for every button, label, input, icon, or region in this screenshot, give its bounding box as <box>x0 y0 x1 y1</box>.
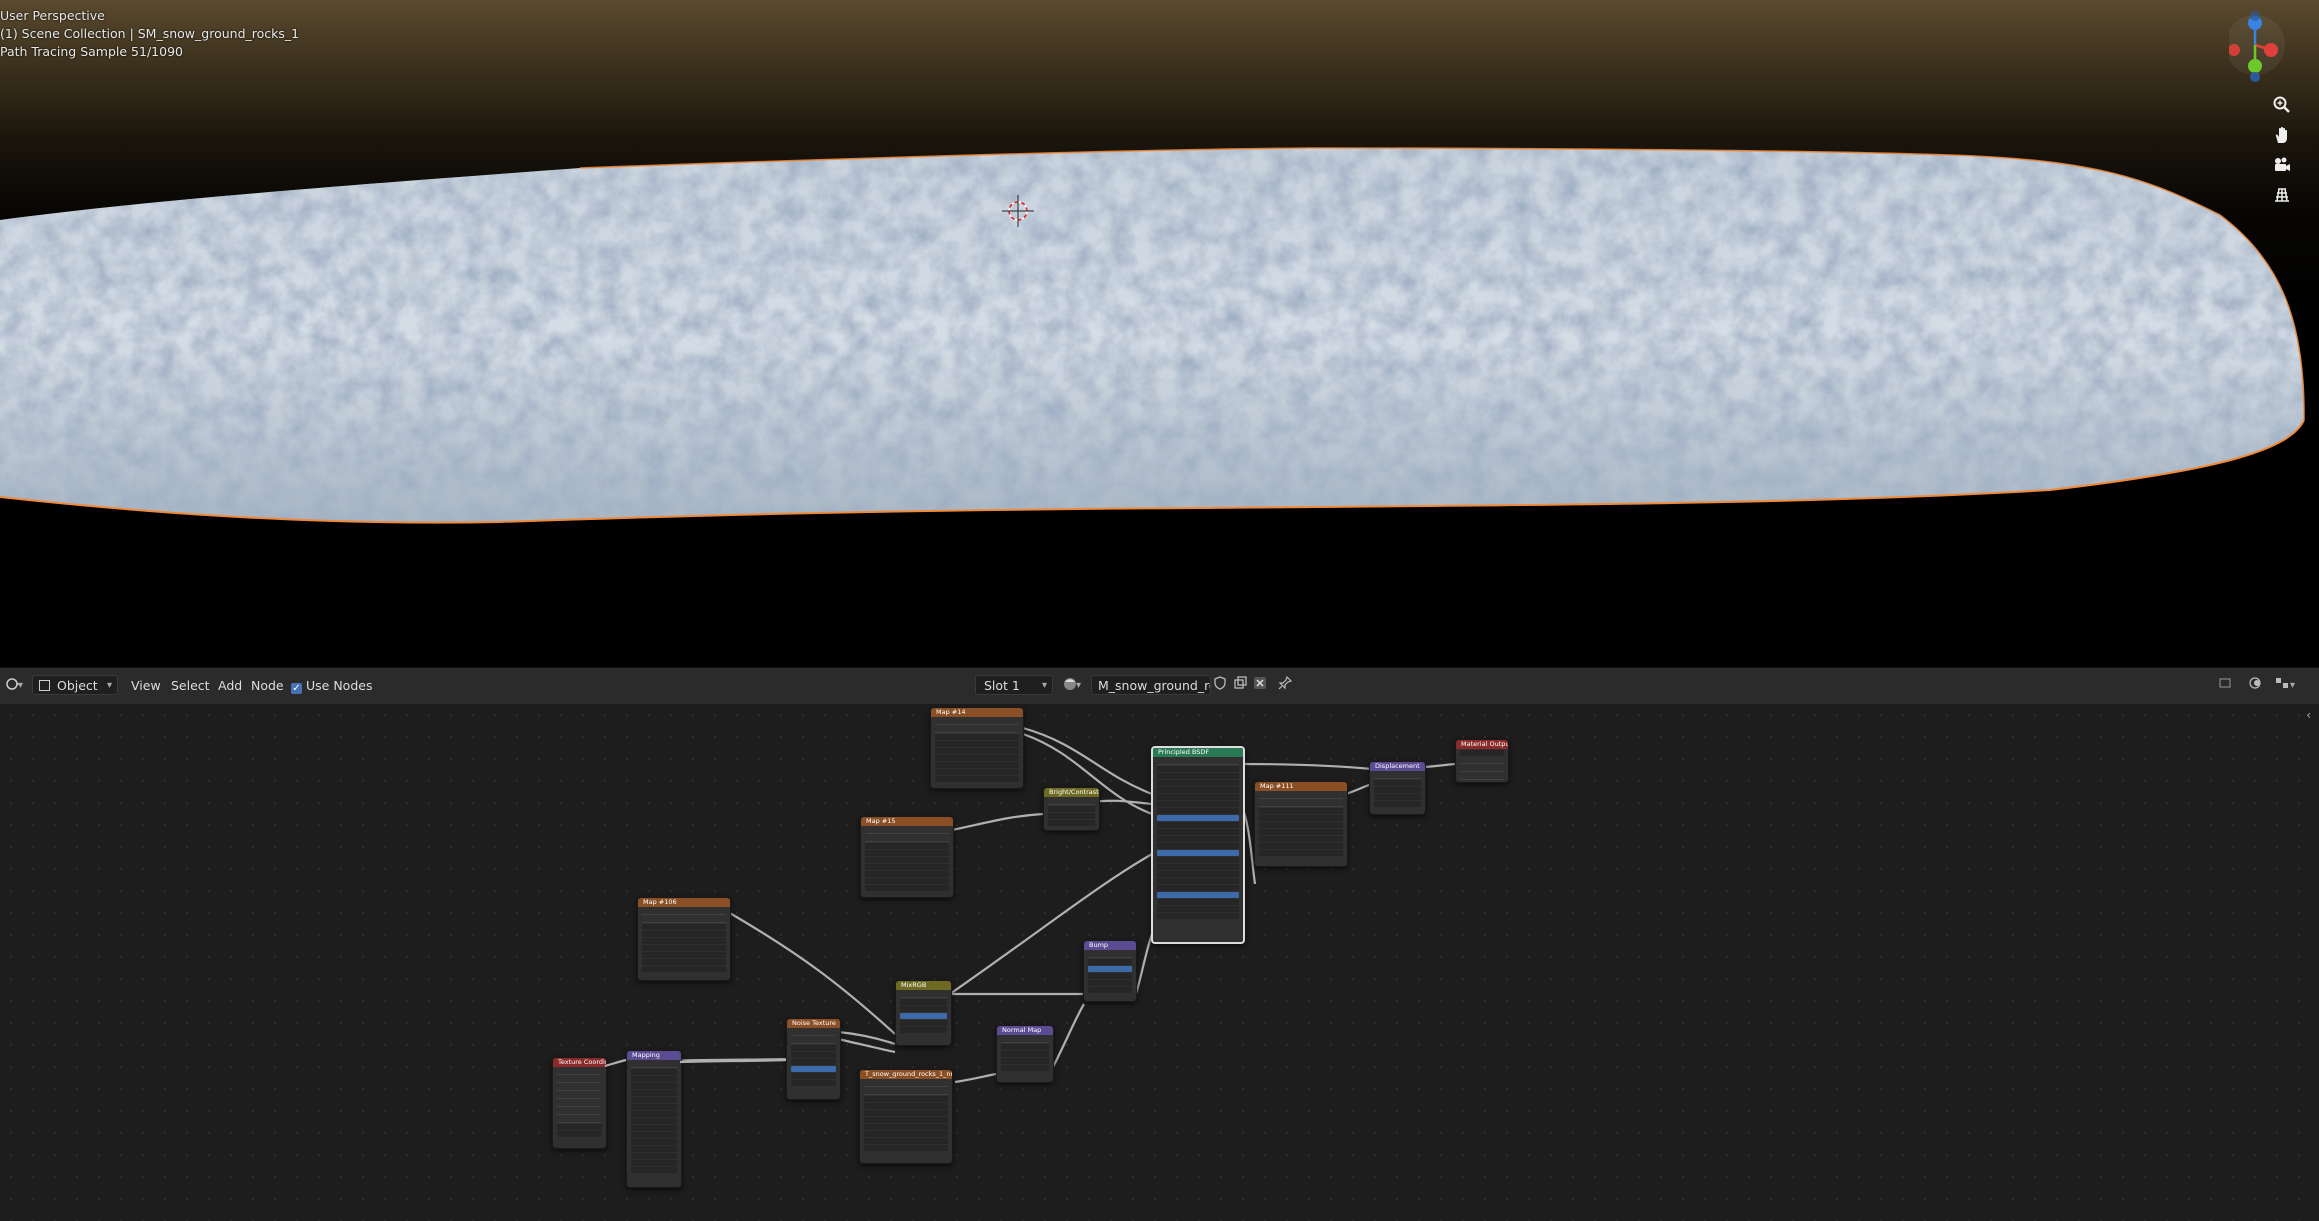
node-title: Displacement <box>1370 762 1425 771</box>
camera-icon[interactable] <box>2270 155 2294 179</box>
checkbox-checked-icon: ✓ <box>291 683 302 694</box>
node-image-texture-map111[interactable]: Map #111 <box>1254 781 1348 867</box>
object-mode-label: Object <box>57 678 98 693</box>
object-icon <box>39 680 50 691</box>
node-title: T_snow_ground_rocks_1_nrm <box>860 1070 952 1079</box>
node-title: Bright/Contrast <box>1044 788 1099 797</box>
node-title: Texture Coordinate <box>553 1058 606 1067</box>
node-editor-header: ▾ Object ▾ View Select Add Node ✓ Use Nod… <box>0 667 2319 705</box>
node-bump[interactable]: Bump <box>1083 940 1137 1002</box>
material-name-field[interactable]: M_snow_ground_roc... <box>1091 675 1211 695</box>
node-mapping[interactable]: Mapping <box>626 1050 682 1188</box>
grid-ortho-icon[interactable] <box>2270 185 2294 209</box>
node-mix-rgb[interactable]: MixRGB <box>895 980 952 1046</box>
chevron-down-icon[interactable]: ▾ <box>18 676 23 696</box>
chevron-down-icon[interactable]: ▾ <box>2290 676 2295 696</box>
node-principled-bsdf[interactable]: Principled BSDF <box>1151 746 1245 944</box>
snow-ground-mesh[interactable] <box>0 0 2319 667</box>
node-title: Material Output <box>1456 740 1508 749</box>
node-title: Principled BSDF <box>1153 748 1243 757</box>
menu-node[interactable]: Node <box>251 676 284 696</box>
3d-viewport[interactable]: User Perspective (1) Scene Collection | … <box>0 0 2319 667</box>
node-title: Map #111 <box>1255 782 1347 791</box>
menu-select[interactable]: Select <box>171 676 210 696</box>
use-nodes-checkbox[interactable]: ✓ Use Nodes <box>291 676 372 696</box>
viewport-render-sample-label: Path Tracing Sample 51/1090 <box>0 44 183 59</box>
hand-pan-icon[interactable] <box>2270 125 2294 149</box>
slot-label: Slot 1 <box>984 678 1020 693</box>
node-title: Mapping <box>627 1051 681 1060</box>
node-title: Map #14 <box>931 708 1023 717</box>
chevron-down-icon[interactable]: ▾ <box>1076 676 1081 696</box>
node-texture-coordinate[interactable]: Texture Coordinate <box>552 1057 607 1149</box>
node-title: MixRGB <box>896 981 951 990</box>
node-title: Map #106 <box>638 898 730 907</box>
pin-icon[interactable] <box>1275 675 1295 696</box>
node-image-texture-normal[interactable]: T_snow_ground_rocks_1_nrm <box>859 1069 953 1164</box>
duplicate-icon[interactable] <box>1230 676 1250 696</box>
shield-icon[interactable] <box>1210 676 1230 696</box>
snap-icon[interactable] <box>2272 676 2292 696</box>
slot-dropdown[interactable]: Slot 1 ▾ <box>975 675 1053 695</box>
overlay-icon[interactable] <box>2245 676 2265 696</box>
node-normal-map[interactable]: Normal Map <box>996 1025 1054 1083</box>
backdrop-icon[interactable] <box>2215 676 2235 696</box>
node-image-texture-map15[interactable]: Map #15 <box>860 816 954 898</box>
close-icon[interactable] <box>1250 676 1270 696</box>
zoom-icon[interactable] <box>2270 95 2294 119</box>
y-axis-icon[interactable] <box>2248 59 2262 73</box>
node-displacement[interactable]: Displacement <box>1369 761 1426 815</box>
node-title: Noise Texture <box>787 1019 840 1028</box>
node-image-texture-map14[interactable]: Map #14 <box>930 707 1024 789</box>
viewport-collection-label: (1) Scene Collection | SM_snow_ground_ro… <box>0 26 300 41</box>
node-noise-texture[interactable]: Noise Texture <box>786 1018 841 1100</box>
viewport-perspective-label: User Perspective <box>0 8 105 23</box>
menu-add[interactable]: Add <box>218 676 242 696</box>
chevron-down-icon: ▾ <box>106 680 112 691</box>
node-title: Bump <box>1084 941 1136 950</box>
node-title: Normal Map <box>997 1026 1053 1035</box>
x-axis-icon[interactable] <box>2264 43 2278 57</box>
menu-view[interactable]: View <box>131 676 161 696</box>
node-editor-canvas[interactable]: ‹ Map #14 Bright/Contrast Map #15 Princi… <box>0 704 2319 1221</box>
use-nodes-label: Use Nodes <box>306 678 373 693</box>
node-image-texture-map106[interactable]: Map #106 <box>637 897 731 981</box>
node-bright-contrast[interactable]: Bright/Contrast <box>1043 787 1100 831</box>
snow-surface <box>0 148 2305 523</box>
object-mode-dropdown[interactable]: Object ▾ <box>32 675 118 695</box>
node-material-output[interactable]: Material Output <box>1455 739 1509 783</box>
node-title: Map #15 <box>861 817 953 826</box>
chevron-down-icon: ▾ <box>1041 680 1047 691</box>
material-name: M_snow_ground_roc... <box>1098 678 1210 693</box>
